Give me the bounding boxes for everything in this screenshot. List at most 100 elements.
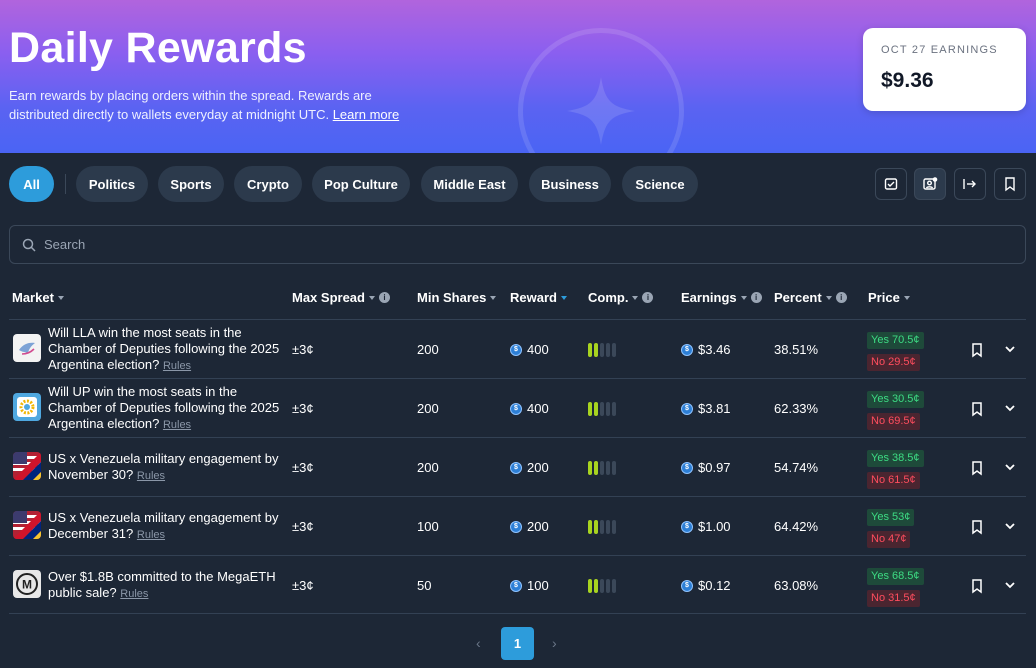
page-title: Daily Rewards [9, 24, 307, 72]
info-icon[interactable]: i [642, 292, 654, 303]
reward-cell: $100 [510, 556, 549, 615]
reward-cell: $200 [510, 497, 549, 556]
prev-page-button[interactable]: ‹ [476, 635, 481, 651]
table-row[interactable]: US x Venezuela military engagement by De… [9, 496, 1026, 555]
col-comp[interactable]: Comp. i [588, 290, 654, 305]
rules-link[interactable]: Rules [163, 419, 191, 431]
yes-price[interactable]: Yes 70.5¢ [867, 332, 924, 349]
yes-price[interactable]: Yes 30.5¢ [867, 391, 924, 408]
yes-price[interactable]: Yes 38.5¢ [867, 450, 924, 467]
info-icon[interactable]: i [835, 292, 847, 303]
learn-more-link[interactable]: Learn more [333, 107, 399, 122]
chevron-down-icon[interactable] [1004, 580, 1016, 590]
filter-politics[interactable]: Politics [76, 166, 148, 202]
usdc-coin-icon: $ [681, 343, 693, 356]
col-market[interactable]: Market [12, 290, 64, 305]
info-icon[interactable]: i [750, 292, 762, 303]
reward-value: 100 [527, 578, 549, 593]
market-title[interactable]: US x Venezuela military engagement by De… [48, 510, 283, 543]
usdc-coin-icon: $ [681, 579, 693, 592]
no-price[interactable]: No 61.5¢ [867, 472, 920, 489]
chevron-down-icon[interactable] [1004, 521, 1016, 531]
min-shares-value: 100 [417, 519, 439, 534]
bookmarks-button[interactable] [994, 168, 1026, 200]
yes-price[interactable]: Yes 68.5¢ [867, 568, 924, 585]
col-earnings[interactable]: Earnings i [681, 290, 762, 305]
price-cell: Yes 68.5¢ No 31.5¢ [867, 566, 927, 607]
earnings-card: OCT 27 EARNINGS $9.36 [863, 28, 1026, 111]
chevron-down-icon[interactable] [1004, 403, 1016, 413]
col-earnings-label: Earnings [681, 290, 737, 305]
logout-icon [963, 179, 976, 189]
info-icon[interactable]: i [378, 292, 390, 303]
megaeth-icon: M [13, 570, 41, 598]
sort-caret-icon [740, 295, 747, 300]
earnings-label: OCT 27 EARNINGS [881, 44, 998, 56]
market-title[interactable]: Will LLA win the most seats in the Chamb… [48, 325, 283, 374]
competition-meter [588, 438, 616, 497]
market-title[interactable]: Over $1.8B committed to the MegaETH publ… [48, 569, 283, 602]
max-spread-value: ±3¢ [292, 460, 314, 475]
search-bar[interactable] [9, 225, 1026, 264]
bookmark-icon[interactable] [970, 519, 984, 535]
chevron-down-icon[interactable] [1004, 344, 1016, 354]
table-row[interactable]: M Over $1.8B committed to the MegaETH pu… [9, 555, 1026, 614]
max-spread-value: ±3¢ [292, 342, 314, 357]
filter-middle-east[interactable]: Middle East [421, 166, 518, 202]
sort-caret-icon [490, 295, 497, 300]
table-row[interactable]: Will UP win the most seats in the Chambe… [9, 378, 1026, 437]
filter-crypto[interactable]: Crypto [234, 166, 302, 202]
rules-link[interactable]: Rules [163, 360, 191, 372]
sort-caret-icon [57, 295, 64, 300]
sun-badge-icon [13, 393, 41, 421]
price-cell: Yes 38.5¢ No 61.5¢ [867, 448, 927, 489]
bookmark-icon[interactable] [970, 460, 984, 476]
rules-link[interactable]: Rules [137, 529, 165, 541]
yes-price[interactable]: Yes 53¢ [867, 509, 915, 526]
reward-value: 400 [527, 401, 549, 416]
chevron-down-icon[interactable] [1004, 462, 1016, 472]
market-title[interactable]: Will UP win the most seats in the Chambe… [48, 384, 283, 433]
col-price[interactable]: Price [868, 290, 910, 305]
earnings-value: $0.12 [698, 578, 731, 593]
sort-caret-icon [825, 295, 832, 300]
filter-science[interactable]: Science [622, 166, 698, 202]
table-row[interactable]: Will LLA win the most seats in the Chamb… [9, 319, 1026, 378]
earnings-value: $9.36 [881, 69, 934, 92]
percent-value: 54.74% [774, 460, 819, 475]
market-title[interactable]: US x Venezuela military engagement by No… [48, 451, 283, 484]
rules-link[interactable]: Rules [120, 588, 148, 600]
usdc-coin-icon: $ [510, 402, 522, 415]
next-page-button[interactable]: › [552, 635, 557, 651]
bookmark-icon[interactable] [970, 578, 984, 594]
user-settings-button[interactable] [914, 168, 946, 200]
col-percent-label: Percent [774, 290, 822, 305]
filter-sports[interactable]: Sports [158, 166, 224, 202]
filter-business[interactable]: Business [529, 166, 611, 202]
checklist-button[interactable] [875, 168, 907, 200]
min-shares-value: 200 [417, 342, 439, 357]
min-shares-value: 200 [417, 460, 439, 475]
search-input[interactable] [44, 237, 944, 252]
usdc-coin-icon: $ [681, 520, 693, 533]
table-row[interactable]: US x Venezuela military engagement by No… [9, 437, 1026, 496]
col-reward[interactable]: Reward [510, 290, 567, 305]
page-1-button[interactable]: 1 [501, 627, 534, 660]
no-price[interactable]: No 47¢ [867, 531, 911, 548]
filter-pop-culture[interactable]: Pop Culture [312, 166, 410, 202]
logout-button[interactable] [954, 168, 986, 200]
col-min-shares[interactable]: Min Shares [417, 290, 497, 305]
earnings-cell: $ $0.12 [681, 556, 731, 615]
col-max-spread[interactable]: Max Spread i [292, 290, 390, 305]
bookmark-icon[interactable] [970, 401, 984, 417]
filter-all[interactable]: All [9, 166, 54, 202]
rules-link[interactable]: Rules [137, 470, 165, 482]
market-title-text: Over $1.8B committed to the MegaETH publ… [48, 569, 276, 600]
no-price[interactable]: No 31.5¢ [867, 590, 920, 607]
usdc-coin-icon: $ [510, 579, 522, 592]
bookmark-icon[interactable] [970, 342, 984, 358]
col-percent[interactable]: Percent i [774, 290, 847, 305]
no-price[interactable]: No 29.5¢ [867, 354, 920, 371]
no-price[interactable]: No 69.5¢ [867, 413, 920, 430]
reward-value: 200 [527, 460, 549, 475]
